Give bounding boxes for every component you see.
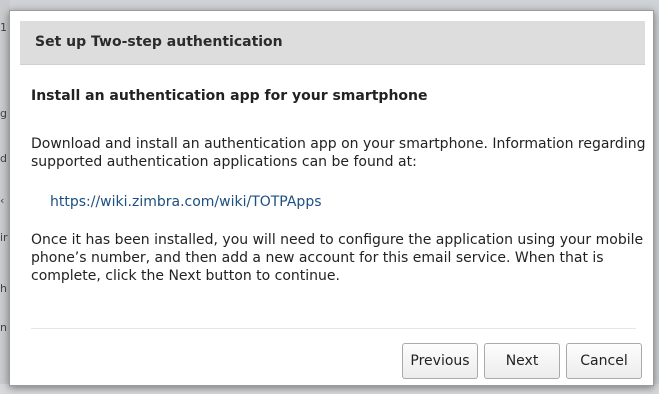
- footer-divider: [31, 328, 636, 329]
- background-fragment: h: [0, 282, 7, 295]
- background-fragment: 1: [0, 21, 7, 34]
- cancel-button[interactable]: Cancel: [566, 343, 642, 379]
- previous-button[interactable]: Previous: [402, 343, 478, 379]
- dialog-header[interactable]: Set up Two-step authentication: [20, 21, 645, 65]
- install-instructions: Download and install an authentication a…: [31, 136, 646, 170]
- background-fragment: g: [0, 107, 7, 120]
- background-fragment: n: [0, 321, 7, 334]
- totp-apps-link[interactable]: https://wiki.zimbra.com/wiki/TOTPApps: [50, 193, 322, 211]
- section-heading: Install an authentication app for your s…: [31, 88, 428, 104]
- background-fragment: d: [0, 152, 7, 165]
- next-button[interactable]: Next: [484, 343, 560, 379]
- dialog-title: Set up Two-step authentication: [35, 34, 283, 50]
- dialog-body: Install an authentication app for your s…: [31, 87, 646, 284]
- two-step-auth-dialog: Set up Two-step authentication Install a…: [9, 10, 654, 386]
- background-fragment: ‹: [0, 194, 5, 207]
- background-fragment: ir: [0, 231, 8, 244]
- configure-instructions: Once it has been installed, you will nee…: [31, 232, 644, 284]
